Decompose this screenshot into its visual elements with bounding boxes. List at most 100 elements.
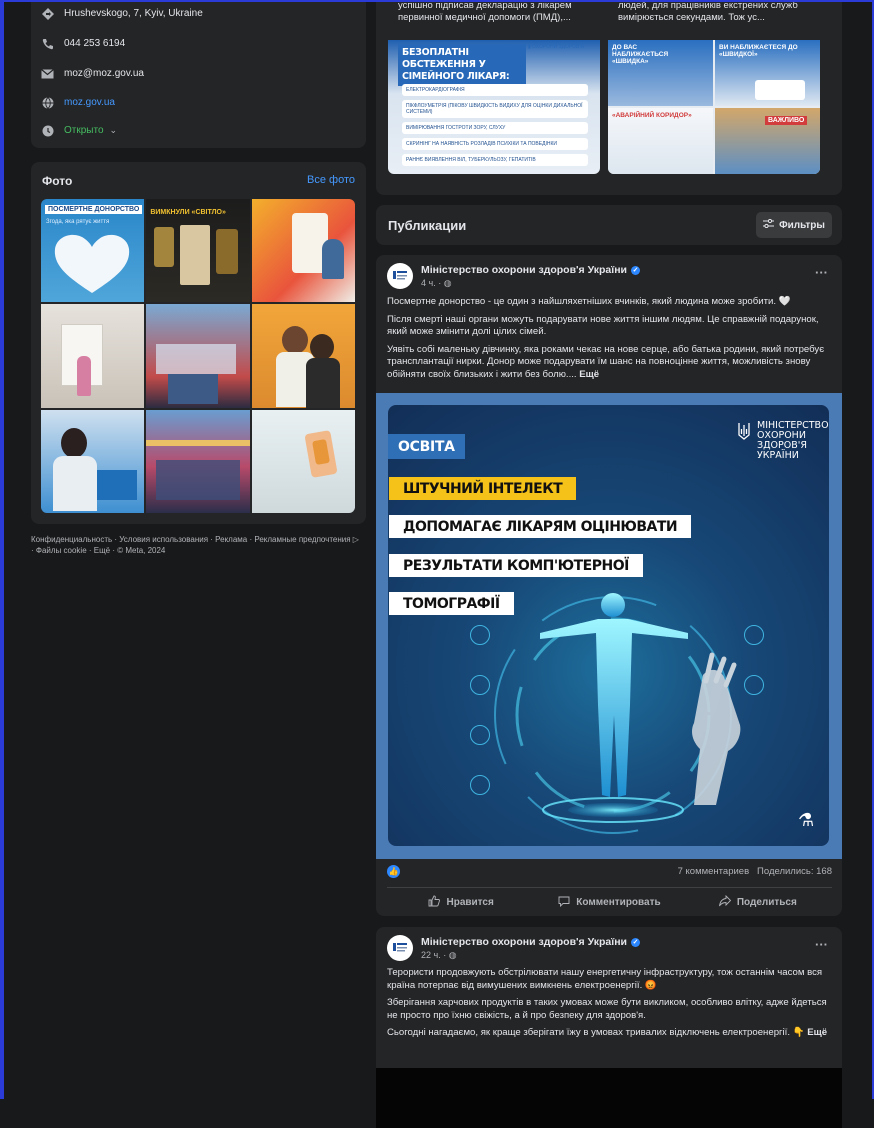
photos-title: Фото	[42, 174, 73, 188]
sliders-icon	[763, 218, 775, 231]
photo-tile[interactable]	[251, 304, 355, 408]
hours-row[interactable]: Открыто ⌄	[41, 124, 117, 137]
like-button[interactable]: Нравится	[387, 895, 535, 910]
moh-logo: МІНІСТЕРСТВО ОХОРОНИ ЗДОРОВ'Я УКРАЇНИ	[737, 420, 829, 461]
photo-tile[interactable]	[41, 409, 145, 513]
photo-tile[interactable]	[146, 304, 250, 408]
exam-item: РАННЄ ВИЯВЛЕННЯ ВІЛ, ТУБЕРКУЛЬОЗУ, ГЕПАТ…	[402, 154, 588, 166]
see-all-photos-link[interactable]: Все фото	[307, 174, 355, 186]
hours-status: Открыто	[64, 125, 104, 136]
more-options-icon[interactable]: ···	[815, 265, 828, 280]
post-timestamp[interactable]: 4 ч. · ◍	[421, 278, 452, 289]
featured-image-right: ДО ВАС НАБЛИЖАЄТЬСЯ «ШВИДКА» ВИ НАБЛИЖАЄ…	[608, 40, 820, 174]
post-paragraph: Посмертне донорство - це один з найшляхе…	[387, 296, 791, 307]
email-row[interactable]: moz@moz.gov.ua	[41, 67, 144, 80]
about-card: Hrushevskogo, 7, Kyiv, Ukraine 044 253 6…	[31, 0, 366, 148]
like-label: Нравится	[446, 896, 494, 908]
see-more-link[interactable]: Ещё	[579, 369, 599, 380]
avatar[interactable]	[387, 935, 413, 961]
post-paragraph: Уявіть собі маленьку дівчинку, яка рокам…	[387, 343, 825, 380]
image-tag: ОСВІТА	[388, 434, 465, 459]
post-text: Посмертне донорство - це один з найшляхе…	[387, 296, 832, 386]
post-stats: 👍 7 комментариев Поделились: 168	[387, 865, 832, 878]
featured-caption-left: успішно підписав декларацію з лікарем пе…	[388, 0, 600, 32]
tile-headline: ДО ВАС НАБЛИЖАЄТЬСЯ «ШВИДКА»	[612, 44, 669, 65]
post-timestamp[interactable]: 22 ч. · ◍	[421, 950, 457, 961]
featured-post-left[interactable]: успішно підписав декларацію з лікарем пе…	[388, 0, 600, 174]
photo-tile[interactable]: ПОСМЕРТНЕ ДОНОРСТВО Згода, яка рятує жит…	[41, 199, 145, 303]
website-row[interactable]: moz.gov.ua	[41, 96, 115, 109]
shares-count[interactable]: Поделились: 168	[757, 866, 832, 877]
exam-item: ЕЛЕКТРОКАРДІОГРАФІЯ	[402, 84, 588, 96]
post-image[interactable]	[376, 1068, 842, 1128]
microscope-icon: ⚗	[798, 810, 815, 830]
comments-count[interactable]: 7 комментариев	[678, 866, 750, 877]
publications-header: Публикации Фильтры	[376, 205, 842, 245]
filters-button[interactable]: Фильтры	[756, 212, 832, 238]
post-image[interactable]: ОСВІТА МІНІСТЕРСТВО ОХОРОНИ ЗДОРОВ'Я УКР…	[376, 393, 842, 859]
tile-headline: ВАЖЛИВО	[765, 116, 808, 125]
post: Міністерство охорони здоров'я України ✓ …	[376, 255, 842, 916]
filters-label: Фильтры	[779, 219, 825, 231]
featured-post-right[interactable]: людей, для працівників екстрених служб в…	[608, 0, 820, 174]
featured-caption-right: людей, для працівників екстрених служб в…	[608, 0, 820, 32]
heart-icon	[470, 675, 490, 695]
thumbs-up-icon	[428, 895, 441, 910]
tile-headline: «АВАРІЙНИЙ КОРИДОР»	[612, 112, 692, 119]
post-author[interactable]: Міністерство охорони здоров'я України ✓	[421, 264, 640, 276]
brain-icon	[470, 775, 490, 795]
stomach-icon	[470, 725, 490, 745]
post-image-frame: ОСВІТА МІНІСТЕРСТВО ОХОРОНИ ЗДОРОВ'Я УКР…	[388, 405, 829, 846]
image-headline-line2: ДОПОМАГАЄ ЛІКАРЯМ ОЦІНЮВАТИ	[389, 515, 692, 538]
comment-button[interactable]: Комментировать	[535, 895, 683, 910]
verified-badge-icon: ✓	[631, 265, 640, 275]
post-author[interactable]: Міністерство охорони здоров'я України ✓	[421, 936, 640, 948]
phone-text: 044 253 6194	[64, 38, 126, 49]
phone-icon	[41, 37, 54, 50]
exam-item: ВИМІРЮВАННЯ ГОСТРОТИ ЗОРУ, СЛУХУ	[402, 122, 588, 134]
timestamp-text: 22 ч. ·	[421, 950, 449, 960]
share-button[interactable]: Поделиться	[684, 894, 832, 910]
exam-item: ПІКФЛОУМЕТРІЯ (ПІКОВУ ШВИДКІСТЬ ВИДИХУ Д…	[402, 100, 588, 118]
flask-icon	[744, 675, 764, 695]
tile-headline: ВИ НАБЛИЖАЄТЕСЯ ДО «ШВИДКОЇ»	[719, 44, 798, 58]
comment-label: Комментировать	[576, 896, 661, 908]
photo-grid: ПОСМЕРТНЕ ДОНОРСТВО Згода, яка рятує жит…	[41, 199, 355, 513]
globe-icon: ◍	[443, 278, 452, 288]
chevron-down-icon: ⌄	[109, 125, 118, 135]
photos-card: Фото Все фото ПОСМЕРТНЕ ДОНОРСТВО Згода,…	[31, 162, 366, 524]
photo-tile[interactable]	[251, 409, 355, 513]
clock-icon	[41, 124, 54, 137]
photo-subcaption: Згода, яка рятує життя	[46, 219, 110, 225]
trident-icon	[738, 423, 750, 440]
phone-row[interactable]: 044 253 6194	[41, 37, 125, 50]
footer-links[interactable]: Конфиденциальность · Условия использован…	[31, 534, 361, 556]
address-text: Hrushevskogo, 7, Kyiv, Ukraine	[64, 8, 203, 19]
timestamp-text: 4 ч. ·	[421, 278, 444, 288]
verified-badge-icon: ✓	[631, 937, 640, 947]
moh-logo-text: МІНІСТЕРСТВО ОХОРОНИ ЗДОРОВ'Я УКРАЇНИ	[757, 420, 829, 461]
post-paragraph: Після смерті наші органи можуть подарува…	[387, 313, 819, 338]
avatar[interactable]	[387, 263, 413, 289]
more-options-icon[interactable]: ···	[815, 937, 828, 952]
photo-tile[interactable]	[146, 409, 250, 513]
post: Міністерство охорони здоров'я України ✓ …	[376, 927, 842, 1128]
lungs-icon	[470, 625, 490, 645]
post-paragraph: Зберігання харчових продуктів в таких ум…	[387, 997, 827, 1021]
author-name: Міністерство охорони здоров'я України	[421, 264, 627, 276]
globe-icon	[41, 96, 54, 109]
website-link[interactable]: moz.gov.ua	[64, 97, 115, 108]
image-headline-line3: РЕЗУЛЬТАТИ КОМП'ЮТЕРНОЇ	[389, 554, 643, 577]
location-icon	[41, 7, 54, 20]
author-name: Міністерство охорони здоров'я України	[421, 936, 627, 948]
photo-tile[interactable]: ВИМКНУЛИ «СВІТЛО»	[146, 199, 250, 303]
like-reaction-icon[interactable]: 👍	[387, 865, 400, 878]
share-icon	[718, 894, 731, 910]
share-label: Поделиться	[736, 896, 797, 908]
comment-icon	[558, 895, 570, 910]
post-text: Терористи продовжують обстрілювати нашу …	[387, 967, 832, 1045]
photo-tile[interactable]	[41, 304, 145, 408]
post-paragraph: Терористи продовжують обстрілювати нашу …	[387, 967, 823, 991]
see-more-link[interactable]: Ещё	[807, 1027, 827, 1038]
photo-tile[interactable]	[251, 199, 355, 303]
